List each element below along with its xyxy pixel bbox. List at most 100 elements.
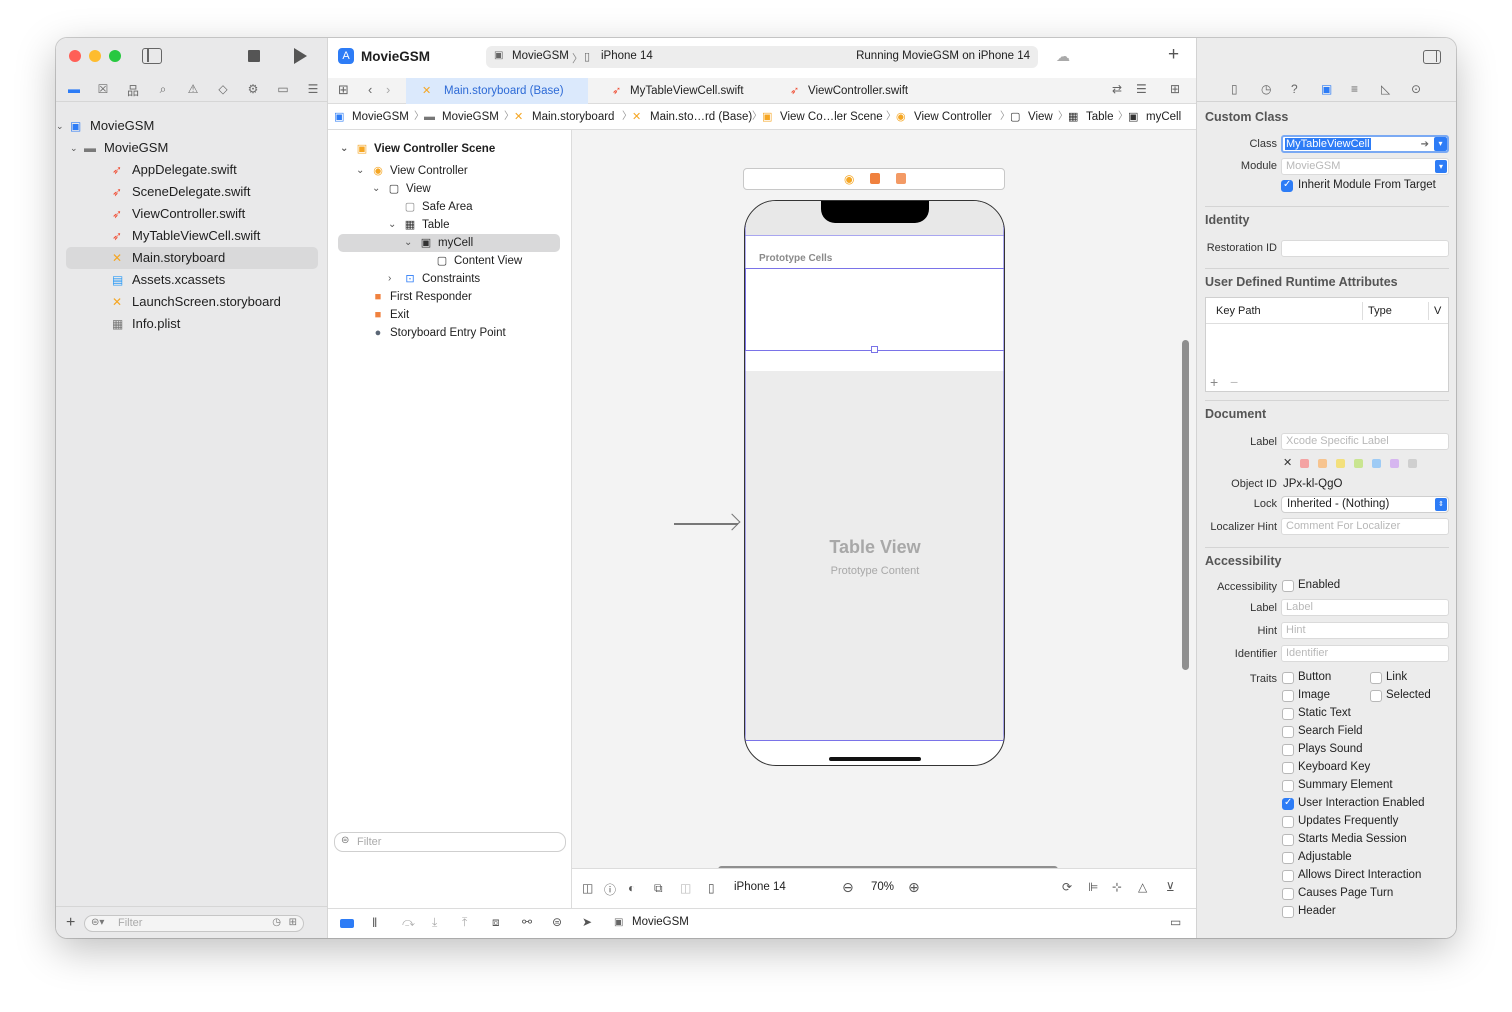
jumpbar-item[interactable]: MovieGSM xyxy=(352,104,409,130)
connections-inspector-icon[interactable]: ⊙ xyxy=(1411,82,1421,96)
scheme-selector[interactable]: MovieGSM xyxy=(512,50,569,62)
vertical-scrollbar[interactable] xyxy=(1182,340,1189,670)
acc-label-field[interactable]: Label xyxy=(1281,599,1449,616)
environment-icon[interactable]: ⊜ xyxy=(552,915,562,929)
trait-checkbox[interactable] xyxy=(1282,726,1294,738)
help-inspector-icon[interactable]: ? xyxy=(1291,82,1298,96)
orientation-icon[interactable]: ⧉ xyxy=(654,881,663,896)
chevron-right-icon[interactable]: › xyxy=(388,270,391,288)
history-inspector-icon[interactable]: ◷ xyxy=(1261,82,1271,96)
navigator-item[interactable]: ✕ Main.storyboard xyxy=(66,247,318,269)
trait-checkbox[interactable] xyxy=(1282,870,1294,882)
jumpbar-item[interactable]: View Controller xyxy=(914,104,992,130)
folder-icon[interactable]: ▬ xyxy=(66,82,82,96)
breakpoint-icon[interactable]: ▭ xyxy=(275,82,291,96)
chevron-down-icon[interactable]: ⌄ xyxy=(404,234,412,252)
jumpbar-item[interactable]: Main.storyboard xyxy=(532,104,614,130)
layout-icon[interactable]: ◫ xyxy=(680,881,691,895)
trait-checkbox[interactable] xyxy=(1282,816,1294,828)
remove-attribute-icon[interactable]: − xyxy=(1230,374,1238,390)
zoom-button[interactable] xyxy=(109,50,121,62)
navigator-item[interactable]: ➶ ViewController.swift xyxy=(66,203,318,225)
trait-checkbox[interactable] xyxy=(1282,708,1294,720)
red-label-swatch[interactable] xyxy=(1300,459,1309,468)
jumpbar-item[interactable]: View xyxy=(1028,104,1053,130)
device-selector[interactable]: iPhone 14 xyxy=(601,50,653,62)
minimize-button[interactable] xyxy=(89,50,101,62)
accessibility-icon[interactable]: ⓘ xyxy=(604,881,616,898)
purple-label-swatch[interactable] xyxy=(1390,459,1399,468)
add-icon[interactable]: + xyxy=(66,914,75,932)
document-label-field[interactable]: Xcode Specific Label xyxy=(1281,433,1449,450)
navigator-item[interactable]: ▤ Assets.xcassets xyxy=(66,269,318,291)
outline-item[interactable]: › ⊡ Constraints xyxy=(328,270,560,288)
align-icon[interactable]: ⊫ xyxy=(1088,880,1098,894)
editor-options-icon[interactable]: ☰ xyxy=(1136,82,1147,96)
navigator-item[interactable]: ⌄ ▬ MovieGSM xyxy=(66,137,318,159)
chevron-down-icon[interactable]: ⌄ xyxy=(388,216,396,234)
library-add-icon[interactable]: + xyxy=(1168,44,1179,66)
blue-label-swatch[interactable] xyxy=(1372,459,1381,468)
accessibility-enabled-checkbox[interactable] xyxy=(1282,580,1294,592)
memory-graph-icon[interactable]: ⚯ xyxy=(522,915,532,929)
navigator-item[interactable]: ➶ SceneDelegate.swift xyxy=(66,181,318,203)
identity-inspector-icon[interactable]: ▣ xyxy=(1321,82,1332,96)
outline-item[interactable]: ● Storyboard Entry Point xyxy=(328,324,560,342)
scm-filter-icon[interactable]: ⊞ xyxy=(289,917,297,928)
device-config-button[interactable]: iPhone 14 xyxy=(734,881,786,893)
module-dropdown-icon[interactable]: ▾ xyxy=(1435,160,1447,173)
trait-checkbox[interactable] xyxy=(1282,834,1294,846)
scene-dock[interactable]: ◉ xyxy=(743,168,1005,190)
run-icon[interactable] xyxy=(294,48,307,64)
forward-arrow-icon[interactable]: › xyxy=(386,82,390,97)
add-constraints-icon[interactable]: ⊹ xyxy=(1112,880,1122,894)
add-attribute-icon[interactable]: + xyxy=(1210,374,1218,390)
trait-checkbox[interactable] xyxy=(1282,672,1294,684)
yellow-label-swatch[interactable] xyxy=(1336,459,1345,468)
chevron-down-icon[interactable]: ⌄ xyxy=(56,115,64,137)
green-label-swatch[interactable] xyxy=(1354,459,1363,468)
outline-item[interactable]: ▢ Safe Area xyxy=(328,198,560,216)
outline-toggle-icon[interactable]: ◫ xyxy=(582,881,593,895)
stop-icon[interactable] xyxy=(248,50,260,62)
module-field[interactable]: MovieGSM ▾ xyxy=(1281,158,1449,175)
trait-checkbox[interactable] xyxy=(1282,780,1294,792)
trait-checkbox[interactable] xyxy=(1370,672,1382,684)
trait-checkbox[interactable] xyxy=(1370,690,1382,702)
outline-item[interactable]: ⌄ ▦ Table xyxy=(328,216,560,234)
jumpbar-item[interactable]: myCell xyxy=(1146,104,1181,130)
navigator-item[interactable]: ✕ LaunchScreen.storyboard xyxy=(66,291,318,313)
activity-viewer[interactable]: ▣ MovieGSM 〉 ▯ iPhone 14 Running MovieGS… xyxy=(486,46,1038,68)
resize-handle[interactable] xyxy=(871,346,878,353)
search-icon[interactable]: ⌕ xyxy=(155,82,171,97)
class-field[interactable]: MyTableViewCell ➔ ▾ xyxy=(1281,135,1449,153)
outline-item[interactable]: ⌄ ◉ View Controller xyxy=(328,162,560,180)
navigator-item[interactable]: ➶ MyTableViewCell.swift xyxy=(66,225,318,247)
editor-tab[interactable]: ➶ MyTableViewCell.swift xyxy=(588,78,766,104)
chevron-down-icon[interactable]: ⌄ xyxy=(372,180,380,198)
zoom-level[interactable]: 70% xyxy=(871,881,894,893)
class-dropdown-icon[interactable]: ▾ xyxy=(1434,137,1447,151)
chevron-down-icon[interactable]: ⌄ xyxy=(356,162,364,180)
navigator-item[interactable]: ⌄ ▣ MovieGSM xyxy=(56,115,318,137)
outline-filter-field[interactable]: ⊜ Filter xyxy=(334,832,566,852)
back-arrow-icon[interactable]: ‹ xyxy=(368,82,372,97)
jumpbar-item[interactable]: MovieGSM xyxy=(442,104,499,130)
trait-checkbox[interactable] xyxy=(1282,888,1294,900)
chevron-down-icon[interactable]: ⌄ xyxy=(340,140,348,158)
lock-popup[interactable]: Inherited - (Nothing) ⇕ xyxy=(1281,496,1449,513)
gray-label-swatch[interactable] xyxy=(1408,459,1417,468)
acc-identifier-field[interactable]: Identifier xyxy=(1281,645,1449,662)
editor-tab[interactable]: ➶ ViewController.swift xyxy=(766,78,946,104)
debug-area-toggle-icon[interactable] xyxy=(340,919,354,928)
restoration-id-field[interactable] xyxy=(1281,240,1449,257)
console-toggle-icon[interactable]: ▭ xyxy=(1170,915,1181,929)
split-editor-icon[interactable]: ⊞ xyxy=(1170,82,1180,96)
zoom-out-icon[interactable]: ⊖ xyxy=(842,879,854,896)
step-out-icon[interactable]: ⤒ xyxy=(462,915,467,930)
update-frames-icon[interactable]: ⟳ xyxy=(1062,880,1072,894)
orange-label-swatch[interactable] xyxy=(1318,459,1327,468)
trait-checkbox[interactable] xyxy=(1282,906,1294,918)
inspector-toggle-icon[interactable] xyxy=(1423,50,1441,64)
step-into-icon[interactable]: ⤓ xyxy=(432,915,437,930)
